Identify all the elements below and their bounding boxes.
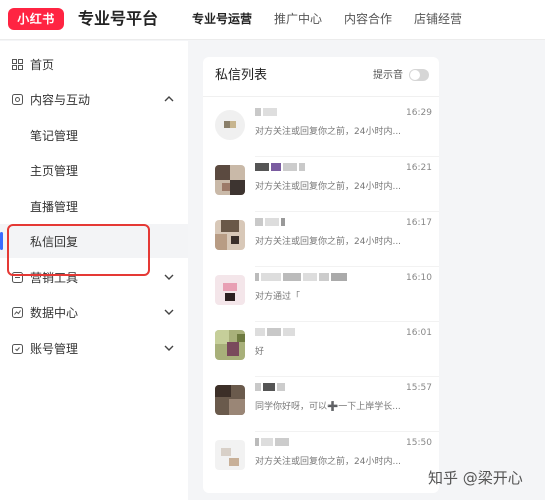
xiaohongshu-logo[interactable]: 小红书: [8, 8, 64, 30]
message-time: 16:17: [406, 218, 432, 228]
chart-icon: [11, 306, 23, 318]
top-nav: 专业号运营 推广中心 内容合作 店铺经营: [192, 10, 484, 28]
sender-name-blurred: [255, 163, 307, 173]
content-icon: [11, 93, 23, 105]
message-time: 16:21: [406, 163, 432, 173]
sender-name-blurred: [255, 383, 287, 393]
message-preview: 对方关注或回复你之前，24小时内...: [255, 127, 402, 137]
sidebar-item-label: 直播管理: [30, 199, 79, 214]
sidebar-item-content-interaction[interactable]: 内容与互动: [0, 82, 188, 116]
message-item[interactable]: 16:21 对方关注或回复你之前，24小时内...: [203, 157, 439, 212]
chevron-down-icon: [164, 345, 174, 351]
message-time: 16:29: [406, 108, 432, 118]
sound-toggle[interactable]: [409, 69, 429, 81]
sender-name-blurred: [255, 328, 297, 338]
sidebar-item-label: 笔记管理: [30, 128, 79, 143]
message-preview: 对方关注或回复你之前，24小时内...: [255, 237, 402, 247]
avatar: [215, 220, 245, 250]
chevron-up-icon: [164, 96, 174, 102]
chevron-down-icon: [164, 309, 174, 315]
message-time: 15:50: [406, 438, 432, 448]
zhihu-watermark: 知乎 @梁开心: [428, 469, 523, 487]
sidebar-item-label: 主页管理: [30, 163, 79, 178]
sidebar-item-label: 内容与互动: [30, 92, 91, 107]
top-bar: 小红书 专业号平台 专业号运营 推广中心 内容合作 店铺经营: [0, 0, 545, 40]
message-item[interactable]: 16:01 好: [203, 322, 439, 377]
sidebar-item-homepage[interactable]: 主页管理: [0, 153, 188, 187]
message-preview: 同学你好呀，可以➕一下上岸学长...: [255, 402, 401, 412]
message-item[interactable]: 15:57 同学你好呀，可以➕一下上岸学长...: [203, 377, 439, 432]
avatar: [215, 110, 245, 140]
sound-label: 提示音: [373, 70, 403, 81]
message-item[interactable]: 16:29 对方关注或回复你之前，24小时内...: [203, 102, 439, 157]
message-time: 16:01: [406, 328, 432, 338]
sidebar-item-home[interactable]: 首页: [0, 47, 188, 81]
message-item[interactable]: 16:10 对方通过「: [203, 267, 439, 322]
sidebar-item-account[interactable]: 账号管理: [0, 331, 188, 365]
nav-pro-operation[interactable]: 专业号运营: [192, 10, 252, 28]
sidebar-item-label: 首页: [30, 57, 55, 72]
sidebar-item-data-center[interactable]: 数据中心: [0, 295, 188, 329]
avatar: [215, 165, 245, 195]
avatar: [215, 440, 245, 470]
message-preview: 对方关注或回复你之前，24小时内...: [255, 182, 402, 192]
message-preview: 好: [255, 347, 265, 357]
message-preview: 对方关注或回复你之前，24小时内...: [255, 457, 402, 467]
sidebar-item-label: 账号管理: [30, 341, 79, 356]
sender-name-blurred: [255, 218, 287, 228]
toggle-knob: [410, 70, 420, 80]
sender-name-blurred: [255, 438, 291, 448]
sidebar-item-live[interactable]: 直播管理: [0, 189, 188, 223]
sender-name-blurred: [255, 108, 279, 118]
platform-title: 专业号平台: [78, 9, 159, 28]
nav-content-cooperation[interactable]: 内容合作: [344, 10, 392, 28]
selected-indicator: [0, 232, 3, 250]
message-preview: 对方通过「: [255, 292, 301, 302]
avatar: [215, 275, 245, 305]
message-list-panel: 私信列表 提示音 16:29 对方关注或回复你之前，24小时内... 16:21…: [203, 57, 439, 493]
avatar: [215, 330, 245, 360]
panel-title: 私信列表: [215, 68, 268, 83]
nav-store-operation[interactable]: 店铺经营: [414, 10, 462, 28]
message-time: 16:10: [406, 273, 432, 283]
nav-promotion-center[interactable]: 推广中心: [274, 10, 322, 28]
sidebar-item-notes[interactable]: 笔记管理: [0, 118, 188, 152]
chevron-down-icon: [164, 274, 174, 280]
message-time: 15:57: [406, 383, 432, 393]
message-item[interactable]: 15:50 对方关注或回复你之前，24小时内...: [203, 432, 439, 487]
message-item[interactable]: 16:17 对方关注或回复你之前，24小时内...: [203, 212, 439, 267]
annotation-highlight-box: [7, 224, 150, 276]
account-icon: [11, 342, 23, 354]
sidebar-item-label: 数据中心: [30, 305, 79, 320]
grid-icon: [11, 58, 23, 70]
divider: [203, 96, 439, 97]
avatar: [215, 385, 245, 415]
sender-name-blurred: [255, 273, 349, 283]
